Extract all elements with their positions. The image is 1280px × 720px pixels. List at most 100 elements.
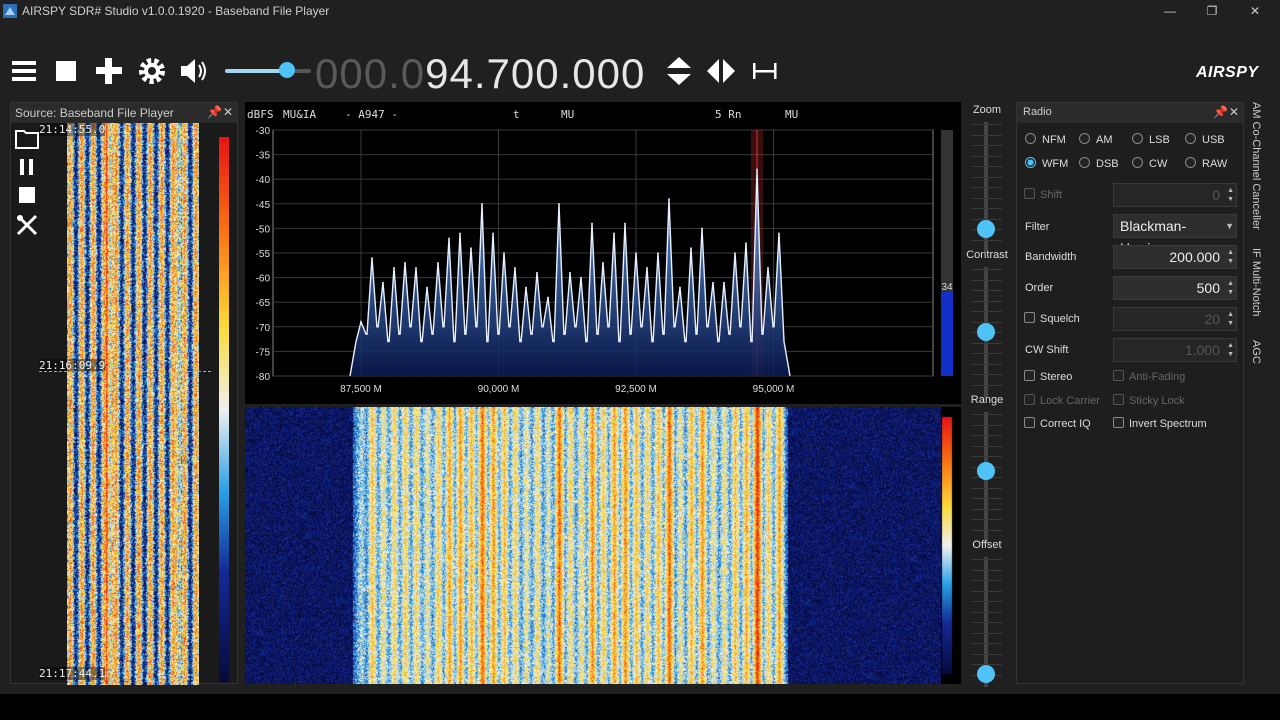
mode-radio-lsb[interactable]: LSB <box>1132 133 1170 146</box>
tune-leftright-icon[interactable] <box>704 54 738 88</box>
frequency-leading-digits[interactable]: 000.0 <box>315 50 425 97</box>
spectrum-peak-point <box>701 227 703 230</box>
order-label: Order <box>1025 282 1054 294</box>
spectrum-peak-point <box>481 203 483 205</box>
stereo-checkbox[interactable]: Stereo <box>1024 370 1072 383</box>
squelch-field[interactable]: 20 ▲ ▼ <box>1113 307 1237 331</box>
timestamp-end: 21:17:44.1 <box>39 667 106 680</box>
y-tick-label: -70 <box>256 323 271 334</box>
mode-radio-am[interactable]: AM <box>1079 133 1113 146</box>
slider-tick <box>972 445 1002 447</box>
bandwidth-label: Bandwidth <box>1025 251 1077 263</box>
restore-icon[interactable]: ❐ <box>1202 2 1222 20</box>
stickylock-checkbox[interactable]: Sticky Lock <box>1113 394 1185 407</box>
panel-close-icon[interactable]: ✕ <box>223 105 233 119</box>
volume-knob[interactable] <box>278 62 295 78</box>
pin-icon[interactable]: 📌 <box>1213 105 1228 119</box>
radio-button-icon <box>1025 133 1036 144</box>
radio-button-icon <box>1185 157 1196 168</box>
slider-tick <box>972 176 1002 178</box>
waterfall-view[interactable] <box>245 407 961 684</box>
correctiq-checkbox[interactable]: Correct IQ <box>1024 417 1091 430</box>
volume-slider[interactable] <box>225 62 311 78</box>
tune-updown-icon[interactable] <box>662 54 696 88</box>
add-icon[interactable] <box>92 54 126 88</box>
spectrum-peak-point <box>415 266 417 269</box>
airspy-logo: AIRSPY <box>1196 64 1259 81</box>
slider-tick <box>972 508 1002 510</box>
y-tick-label: -65 <box>256 298 271 309</box>
slider-knob-offset[interactable] <box>977 665 995 683</box>
source-panel-header: Source: Baseband File Player 📌 ✕ <box>11 103 237 123</box>
slider-tick <box>972 569 1002 571</box>
spectrum-peak-point <box>767 266 769 269</box>
open-file-icon[interactable] <box>15 127 39 149</box>
stop-icon[interactable] <box>50 54 84 88</box>
mode-radio-cw[interactable]: CW <box>1132 157 1167 170</box>
settings-icon[interactable] <box>135 54 169 88</box>
pin-icon[interactable]: 📌 <box>207 105 222 119</box>
volume-icon[interactable] <box>178 54 212 88</box>
y-tick-label: -30 <box>256 126 271 137</box>
spectrum-peak-point <box>536 271 538 274</box>
source-waterfall <box>67 123 199 685</box>
slider-knob-range[interactable] <box>977 461 995 480</box>
tab-if-multi-notch[interactable]: IF Multi-Notch <box>1250 248 1262 316</box>
spectrum-header-label: dBFS <box>247 108 274 121</box>
slider-tick <box>972 529 1002 531</box>
bandwidth-field[interactable]: 200.000 ▲ ▼ <box>1113 245 1237 269</box>
spectrum-peak-point <box>580 276 582 279</box>
airspy-app-icon <box>3 4 17 18</box>
tools-icon[interactable] <box>15 213 39 237</box>
mode-radio-dsb[interactable]: DSB <box>1079 157 1119 170</box>
slider-knob-zoom[interactable] <box>977 219 995 238</box>
slider-tick <box>972 519 1002 520</box>
slider-tick <box>972 622 1002 623</box>
slider-tick <box>972 414 1002 415</box>
radio-button-icon <box>1132 133 1143 144</box>
spectrum-peak-point <box>448 237 450 240</box>
spectrum-peak-point <box>371 257 373 259</box>
slider-knob-contrast[interactable] <box>977 323 995 341</box>
mode-radio-nfm[interactable]: NFM <box>1025 133 1066 146</box>
stop-playback-icon[interactable] <box>17 185 37 205</box>
lockcarrier-checkbox[interactable]: Lock Carrier <box>1024 394 1100 407</box>
y-tick-label: -50 <box>256 224 271 235</box>
squelch-checkbox[interactable]: Squelch <box>1024 312 1080 325</box>
spectrum-header-label: 5 Rn <box>715 108 742 121</box>
shift-field[interactable]: 0 ▲ ▼ <box>1113 183 1237 207</box>
panel-close-icon[interactable]: ✕ <box>1229 105 1239 119</box>
slider-tick <box>972 197 1002 199</box>
frequency-display[interactable]: 000.094.700.000 <box>315 50 645 98</box>
slider-tick <box>972 632 1002 634</box>
spectrum-peak-point <box>503 252 505 254</box>
slider-tick <box>972 384 1002 386</box>
mode-radio-raw[interactable]: RAW <box>1185 157 1227 170</box>
x-tick-label: 90,000 M <box>478 384 520 395</box>
mode-radio-wfm[interactable]: WFM <box>1025 157 1068 170</box>
slider-tick <box>972 124 1002 125</box>
invert-spectrum-checkbox[interactable]: Invert Spectrum <box>1113 417 1207 430</box>
shift-checkbox[interactable]: Shift <box>1024 188 1062 201</box>
order-field[interactable]: 500 ▲ ▼ <box>1113 276 1237 300</box>
tab-am-co-channel-canceller[interactable]: AM Co-Channel Canceller <box>1250 102 1262 230</box>
spectrum-peak-point <box>635 252 637 254</box>
spectrum-view[interactable]: dBFS MU&IA - A947 - t MU 5 Rn MU -30 -35 -40 -45 -5… <box>245 102 961 404</box>
pause-icon[interactable] <box>17 157 37 177</box>
filter-dropdown[interactable]: Blackman-Harris▼ <box>1113 214 1237 256</box>
tab-agc[interactable]: AGC <box>1250 340 1262 364</box>
slider-tick <box>972 145 1002 146</box>
frequency-digits[interactable]: 94.700.000 <box>425 50 645 97</box>
mode-label: LSB <box>1149 134 1170 146</box>
mode-radio-usb[interactable]: USB <box>1185 133 1225 146</box>
mode-label: RAW <box>1202 158 1228 170</box>
close-icon[interactable]: ✕ <box>1245 2 1265 20</box>
minimize-icon[interactable]: — <box>1160 2 1180 20</box>
menu-icon[interactable] <box>8 54 42 88</box>
span-icon[interactable] <box>748 54 782 88</box>
radio-button-icon <box>1079 157 1090 168</box>
spectrum-peak-point <box>745 242 747 244</box>
antifading-checkbox[interactable]: Anti-Fading <box>1113 370 1185 383</box>
cwshift-field[interactable]: 1.000 ▲ ▼ <box>1113 338 1237 362</box>
spectrum-peak-point <box>646 266 648 269</box>
